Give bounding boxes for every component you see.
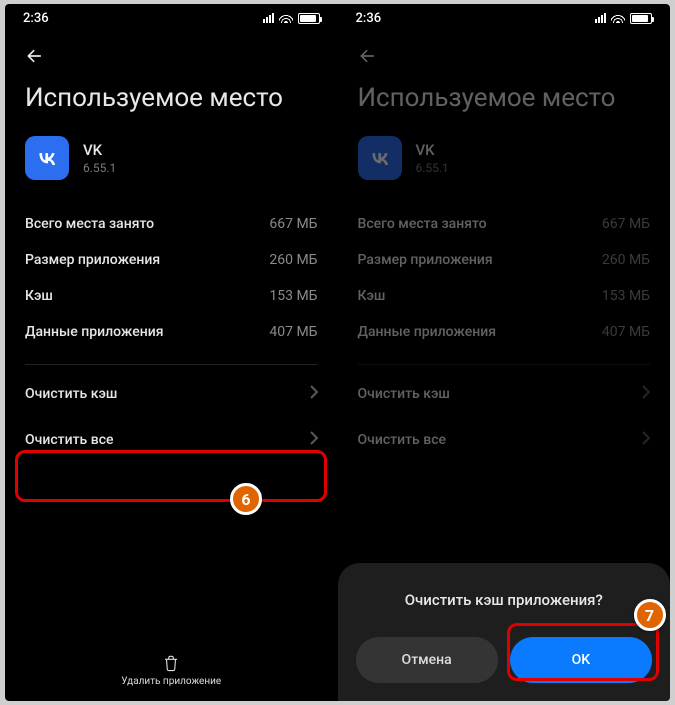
stat-app-data: Данные приложения 407 МБ: [25, 314, 318, 350]
trash-icon: [162, 654, 180, 672]
stat-cache: Кэш 153 МБ: [358, 278, 651, 314]
status-bar: 2:36: [5, 4, 338, 32]
back-button[interactable]: [25, 46, 45, 66]
dialog-cancel-button[interactable]: Отмена: [356, 637, 498, 683]
chevron-right-icon: [310, 385, 318, 403]
status-bar: 2:36: [338, 4, 671, 32]
clear-cache-button[interactable]: Очистить кэш: [25, 371, 318, 417]
wifi-icon: [611, 13, 625, 23]
clear-all-button[interactable]: Очистить все: [358, 417, 651, 463]
app-row: VK 6.55.1: [25, 136, 318, 180]
divider: [25, 364, 318, 365]
signal-icon: [263, 13, 274, 23]
vk-app-icon: [25, 136, 69, 180]
chevron-right-icon: [642, 385, 650, 403]
app-name: VK: [416, 141, 449, 159]
stat-app-data: Данные приложения 407 МБ: [358, 314, 651, 350]
clear-cache-button[interactable]: Очистить кэш: [358, 371, 651, 417]
dialog-title: Очистить кэш приложения?: [356, 591, 653, 609]
wifi-icon: [279, 13, 293, 23]
battery-icon: [298, 13, 320, 24]
dialog-ok-button[interactable]: OK: [510, 637, 652, 683]
chevron-right-icon: [310, 431, 318, 449]
app-name: VK: [83, 141, 116, 159]
stat-app-size: Размер приложения 260 МБ: [358, 242, 651, 278]
phone-right: 2:36 Используемое место VK 6.55.1: [338, 4, 671, 701]
app-row: VK 6.55.1: [358, 136, 651, 180]
signal-icon: [595, 13, 606, 23]
divider: [358, 364, 651, 365]
stat-total: Всего места занято 667 МБ: [358, 206, 651, 242]
chevron-right-icon: [642, 431, 650, 449]
uninstall-button[interactable]: Удалить приложение: [5, 654, 338, 687]
clock: 2:36: [356, 11, 382, 26]
stat-total: Всего места занято 667 МБ: [25, 206, 318, 242]
confirm-dialog: Очистить кэш приложения? Отмена OK: [338, 563, 671, 701]
page-title: Используемое место: [25, 84, 318, 114]
stat-cache: Кэш 153 МБ: [25, 278, 318, 314]
back-button[interactable]: [358, 46, 378, 66]
phone-left: 2:36 Используемое место VK 6.55.1: [5, 4, 338, 701]
battery-icon: [630, 13, 652, 24]
stat-app-size: Размер приложения 260 МБ: [25, 242, 318, 278]
clear-all-button[interactable]: Очистить все: [25, 417, 318, 463]
step-badge-6: 6: [230, 483, 262, 515]
clock: 2:36: [23, 11, 49, 26]
page-title: Используемое место: [358, 84, 651, 114]
vk-app-icon: [358, 136, 402, 180]
app-version: 6.55.1: [416, 161, 449, 175]
app-version: 6.55.1: [83, 161, 116, 175]
